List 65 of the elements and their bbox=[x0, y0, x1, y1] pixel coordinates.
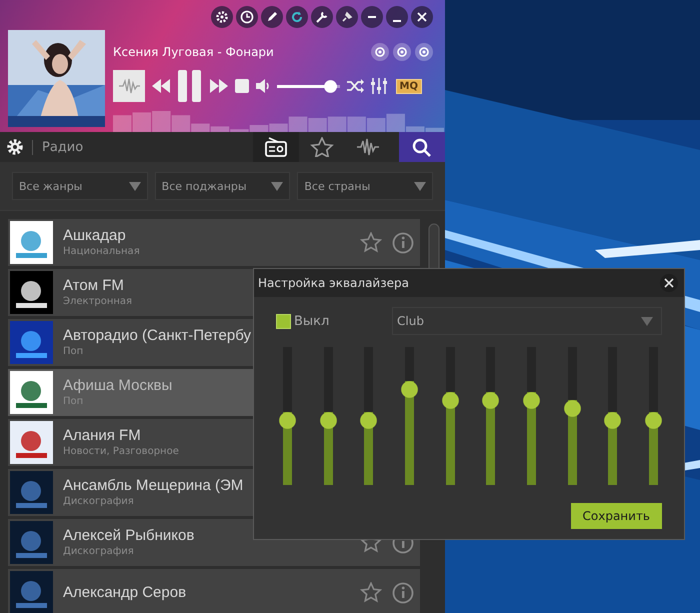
favorite-icon[interactable] bbox=[360, 232, 382, 253]
close-icon[interactable] bbox=[660, 274, 678, 292]
station-genre: Национальная bbox=[63, 245, 140, 259]
shuffle-icon[interactable] bbox=[346, 79, 364, 93]
station-genre: Дискография bbox=[63, 545, 134, 559]
star-icon bbox=[310, 137, 334, 157]
station-genre: Поп bbox=[63, 345, 84, 359]
station-name: Авторадио (Санкт-Петербу bbox=[63, 326, 252, 345]
pin-icon[interactable] bbox=[336, 6, 358, 28]
station-genre: Электронная bbox=[63, 295, 132, 309]
station-name: Алания FM bbox=[63, 426, 141, 445]
caret-icon bbox=[414, 182, 426, 190]
station-name: Александр Серов bbox=[63, 583, 186, 602]
minimize-icon[interactable] bbox=[386, 6, 408, 28]
preset-dropdown[interactable]: Club bbox=[392, 307, 662, 335]
filter-dropdown[interactable]: Все жанры bbox=[12, 172, 148, 200]
station-logo bbox=[10, 371, 53, 414]
caret-icon bbox=[128, 182, 141, 190]
rewind-icon[interactable] bbox=[151, 78, 171, 94]
station-logo bbox=[10, 471, 53, 514]
radio-tab[interactable] bbox=[253, 132, 299, 162]
checkbox[interactable] bbox=[276, 314, 291, 328]
filter-dropdown[interactable]: Все поджанры bbox=[154, 172, 290, 200]
station-genre: Новости, Разговорное bbox=[63, 445, 179, 459]
quality-badge[interactable]: MQ bbox=[396, 78, 422, 94]
station-logo bbox=[10, 221, 53, 264]
station-logo bbox=[10, 271, 53, 314]
equalizer-icon[interactable] bbox=[370, 78, 388, 94]
section-title: Радио bbox=[32, 140, 84, 154]
station-genre: Дискография bbox=[63, 495, 134, 509]
station-row[interactable]: Александр Серов bbox=[8, 569, 420, 613]
station-logo bbox=[10, 421, 53, 464]
save-button[interactable]: Сохранить bbox=[570, 503, 662, 529]
fast-forward-icon[interactable] bbox=[209, 78, 229, 94]
station-logo bbox=[10, 321, 53, 364]
minimize-icon[interactable] bbox=[361, 6, 383, 28]
waveform-icon bbox=[118, 77, 140, 95]
volume-icon[interactable] bbox=[255, 79, 271, 93]
radio-icon bbox=[264, 137, 288, 157]
station-name: Ансамбль Мещерина (ЭМ bbox=[63, 476, 244, 495]
refresh-icon[interactable] bbox=[286, 6, 308, 28]
station-name: Ашкадар bbox=[63, 226, 126, 245]
station-name: Афиша Москвы bbox=[63, 376, 172, 395]
pencil-icon[interactable] bbox=[261, 6, 283, 28]
dialog-title: Настройка эквалайзера bbox=[258, 276, 409, 290]
info-icon[interactable] bbox=[392, 582, 414, 604]
waveform-icon bbox=[356, 137, 380, 157]
favorite-icon[interactable] bbox=[360, 582, 382, 603]
close-icon[interactable] bbox=[411, 6, 433, 28]
info-icon[interactable] bbox=[392, 232, 414, 254]
station-name: Атом FM bbox=[63, 276, 124, 295]
caret-icon bbox=[641, 316, 653, 326]
settings-icon[interactable] bbox=[211, 6, 233, 28]
filter-dropdown[interactable]: Все страны bbox=[297, 172, 434, 200]
track-title: Ксения Луговая - Фонари bbox=[113, 45, 274, 59]
settings-icon[interactable] bbox=[6, 138, 24, 156]
pause-icon[interactable] bbox=[177, 70, 203, 102]
station-row[interactable]: Ашкадар Национальная bbox=[8, 219, 420, 266]
caret-icon bbox=[271, 182, 284, 190]
station-logo bbox=[10, 521, 53, 564]
search-tab[interactable] bbox=[399, 132, 445, 162]
wrench-icon[interactable] bbox=[311, 6, 333, 28]
station-logo bbox=[10, 571, 53, 613]
station-name: Алексей Рыбников bbox=[63, 526, 194, 545]
clock-icon[interactable] bbox=[236, 6, 258, 28]
